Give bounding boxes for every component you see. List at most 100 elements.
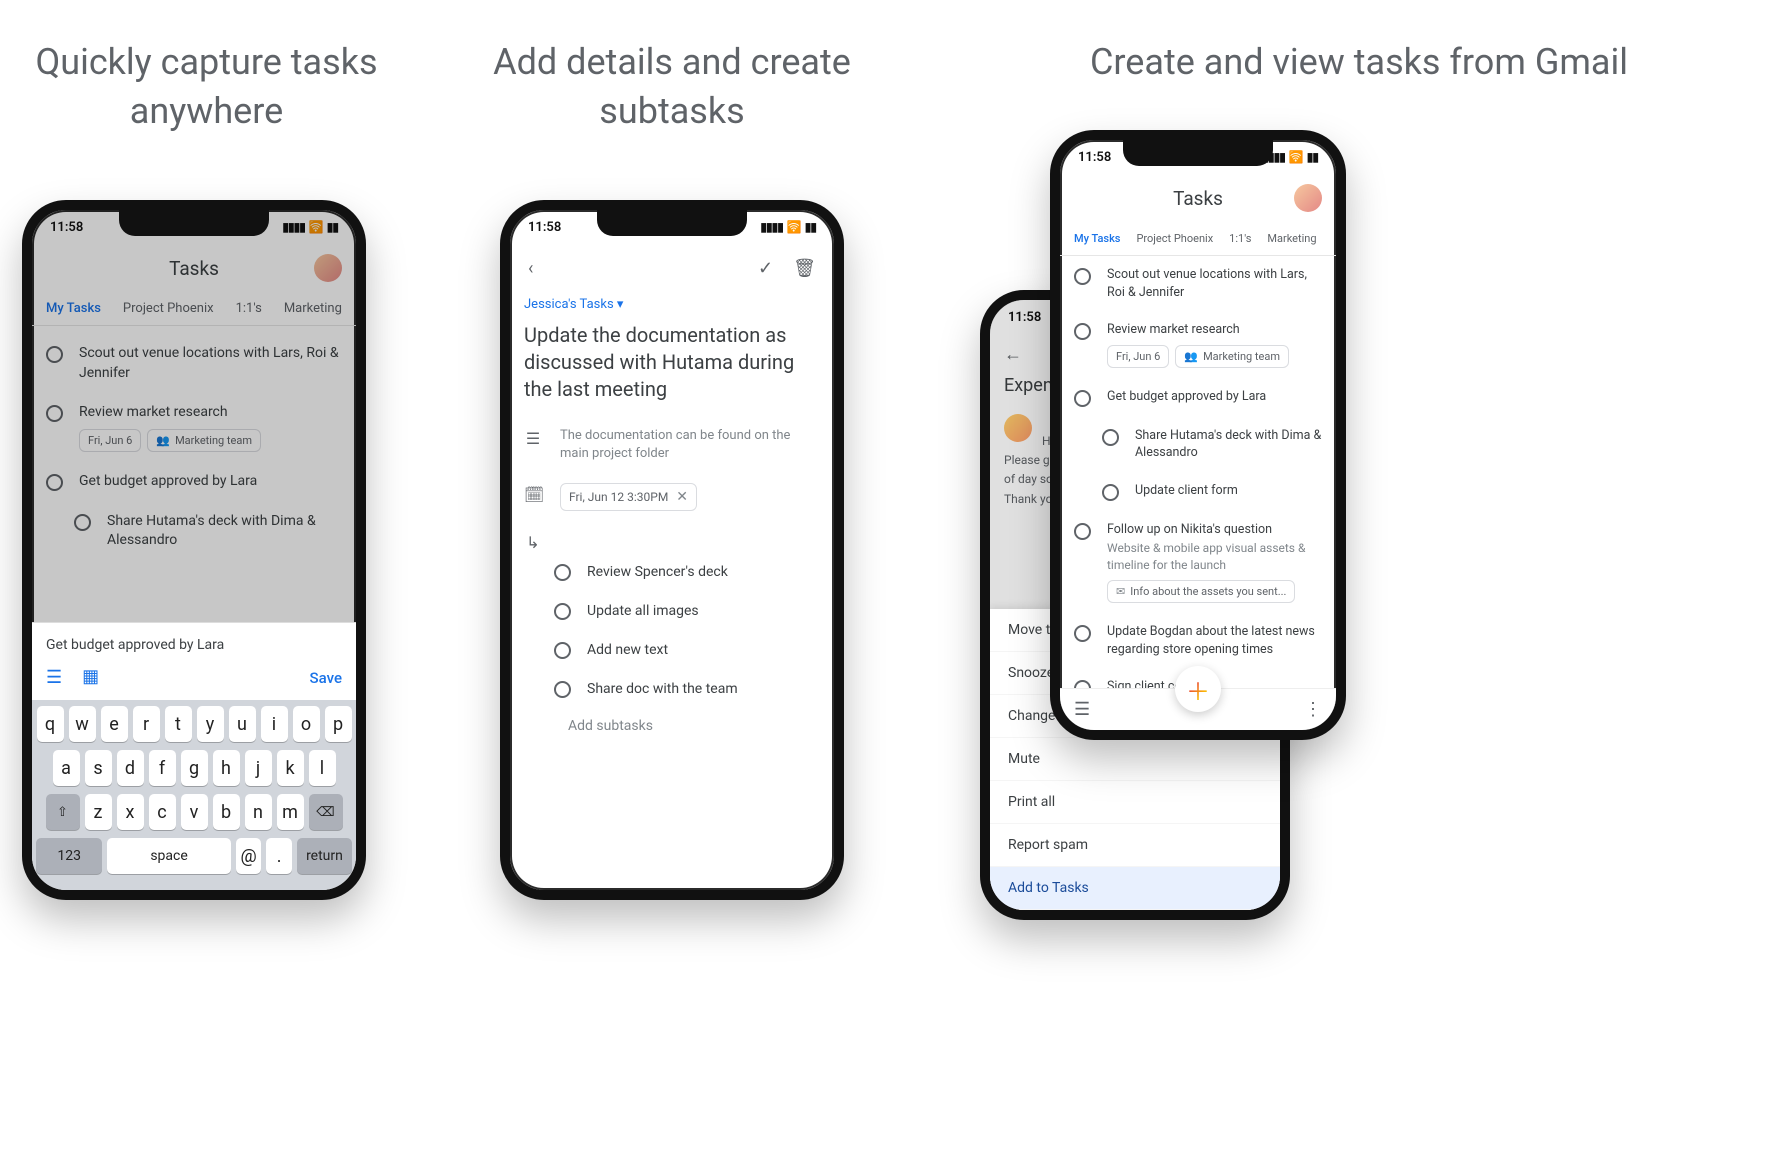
task-row[interactable]: Share Hutama's deck with Dima & Alessand… (60, 502, 356, 561)
key[interactable]: v (181, 794, 208, 830)
chip-team[interactable]: 👥Marketing team (1175, 345, 1289, 368)
task-title[interactable]: Update the documentation as discussed wi… (510, 316, 834, 417)
sheet-item-add-to-tasks[interactable]: Add to Tasks (990, 867, 1280, 910)
subtask-row[interactable]: Share Hutama's deck with Dima & Alessand… (1088, 417, 1336, 472)
task-row[interactable]: Review market researchFri, Jun 6👥Marketi… (32, 393, 356, 462)
chip-team[interactable]: 👥Marketing team (147, 429, 261, 452)
task-radio[interactable] (1102, 429, 1119, 446)
back-icon[interactable]: ‹ (524, 254, 537, 283)
tab-my-tasks[interactable]: My Tasks (1074, 232, 1120, 245)
key[interactable]: e (101, 706, 128, 742)
task-row[interactable]: Update Bogdan about the latest news rega… (1060, 613, 1336, 668)
key[interactable]: m (277, 794, 304, 830)
subtask-row[interactable]: Update all images (554, 591, 834, 630)
task-row[interactable]: Scout out venue locations with Lars, Roi… (32, 334, 356, 393)
task-row[interactable]: Follow up on Nikita's questionWebsite & … (1060, 511, 1336, 613)
key[interactable]: o (293, 706, 320, 742)
task-radio[interactable] (554, 681, 571, 698)
task-radio[interactable] (1074, 323, 1091, 340)
sheet-item-mute[interactable]: Mute (990, 738, 1280, 781)
tab-project-phoenix[interactable]: Project Phoenix (123, 301, 214, 316)
key[interactable]: w (69, 706, 96, 742)
task-radio[interactable] (554, 642, 571, 659)
key[interactable]: z (85, 794, 112, 830)
details-icon[interactable]: ☰ (46, 667, 62, 688)
tab-1-1s[interactable]: 1:1's (236, 301, 262, 316)
task-radio[interactable] (1074, 680, 1091, 688)
key[interactable]: n (245, 794, 272, 830)
tab-my-tasks[interactable]: My Tasks (46, 301, 101, 316)
save-button[interactable]: Save (310, 669, 342, 687)
sheet-item-spam[interactable]: Report spam (990, 824, 1280, 867)
tab-project-phoenix[interactable]: Project Phoenix (1136, 232, 1213, 245)
task-radio[interactable] (74, 514, 91, 531)
task-radio[interactable] (46, 405, 63, 422)
key[interactable]: s (85, 750, 112, 786)
add-subtask-button[interactable]: Add subtasks (554, 708, 834, 744)
key[interactable]: y (197, 706, 224, 742)
task-radio[interactable] (1102, 484, 1119, 501)
more-icon[interactable]: ⋮ (1304, 699, 1322, 720)
key[interactable]: d (117, 750, 144, 786)
key[interactable]: p (325, 706, 352, 742)
date-row[interactable]: 🗓 Fri, Jun 12 3:30PM✕ (510, 473, 834, 521)
subtask-row[interactable]: Add new text (554, 630, 834, 669)
menu-icon[interactable]: ☰ (1074, 699, 1090, 720)
dot-key[interactable]: . (266, 838, 292, 874)
avatar[interactable] (1294, 184, 1322, 212)
key[interactable]: i (261, 706, 288, 742)
task-row[interactable]: Get budget approved by Lara (1060, 378, 1336, 417)
task-radio[interactable] (46, 346, 63, 363)
chip-email[interactable]: ✉Info about the assets you sent... (1107, 580, 1295, 603)
key[interactable]: c (149, 794, 176, 830)
sheet-item-print[interactable]: Print all (990, 781, 1280, 824)
key[interactable]: j (245, 750, 272, 786)
key[interactable]: u (229, 706, 256, 742)
subtask-row[interactable]: Update client form (1088, 472, 1336, 511)
tab-marketing[interactable]: Marketing (1267, 232, 1316, 245)
key[interactable]: t (165, 706, 192, 742)
key[interactable]: g (181, 750, 208, 786)
key[interactable]: l (309, 750, 336, 786)
return-key[interactable]: return (297, 838, 352, 874)
key[interactable]: h (213, 750, 240, 786)
date-chip[interactable]: Fri, Jun 12 3:30PM✕ (560, 483, 697, 511)
task-radio[interactable] (1074, 390, 1091, 407)
subtask-row[interactable]: Review Spencer's deck (554, 552, 834, 591)
chip-date[interactable]: Fri, Jun 6 (1107, 345, 1169, 368)
key[interactable]: k (277, 750, 304, 786)
space-key[interactable]: space (107, 838, 230, 874)
numbers-key[interactable]: 123 (36, 838, 102, 874)
key[interactable]: a (53, 750, 80, 786)
note-row[interactable]: ☰ The documentation can be found on the … (510, 417, 834, 473)
task-radio[interactable] (1074, 523, 1091, 540)
key[interactable]: q (37, 706, 64, 742)
shift-key[interactable]: ⇧ (46, 794, 80, 830)
key[interactable]: r (133, 706, 160, 742)
quick-add-input[interactable]: Get budget approved by Lara (32, 623, 356, 659)
list-selector[interactable]: Jessica's Tasks ▾ (510, 293, 834, 316)
clear-date-icon[interactable]: ✕ (676, 489, 688, 505)
delete-icon[interactable]: 🗑 (789, 254, 820, 283)
subtask-row[interactable]: Share doc with the team (554, 669, 834, 708)
key[interactable]: f (149, 750, 176, 786)
date-icon[interactable]: ▦ (82, 666, 99, 687)
tab-marketing[interactable]: Marketing (284, 301, 342, 316)
task-row[interactable]: Get budget approved by Lara (32, 462, 356, 502)
complete-icon[interactable]: ✓ (754, 254, 777, 283)
task-radio[interactable] (1074, 625, 1091, 642)
task-radio[interactable] (554, 603, 571, 620)
task-row[interactable]: Review market researchFri, Jun 6👥Marketi… (1060, 311, 1336, 378)
chip-date[interactable]: Fri, Jun 6 (79, 429, 141, 452)
task-radio[interactable] (1074, 268, 1091, 285)
task-radio[interactable] (46, 474, 63, 491)
fab-add-button[interactable]: ＋ (1175, 666, 1221, 712)
task-row[interactable]: Scout out venue locations with Lars, Roi… (1060, 256, 1336, 311)
key[interactable]: b (213, 794, 240, 830)
task-radio[interactable] (554, 564, 571, 581)
at-key[interactable]: @ (236, 838, 262, 874)
tab-1-1s[interactable]: 1:1's (1229, 232, 1251, 245)
backspace-key[interactable]: ⌫ (309, 794, 343, 830)
avatar[interactable] (314, 254, 342, 282)
key[interactable]: x (117, 794, 144, 830)
